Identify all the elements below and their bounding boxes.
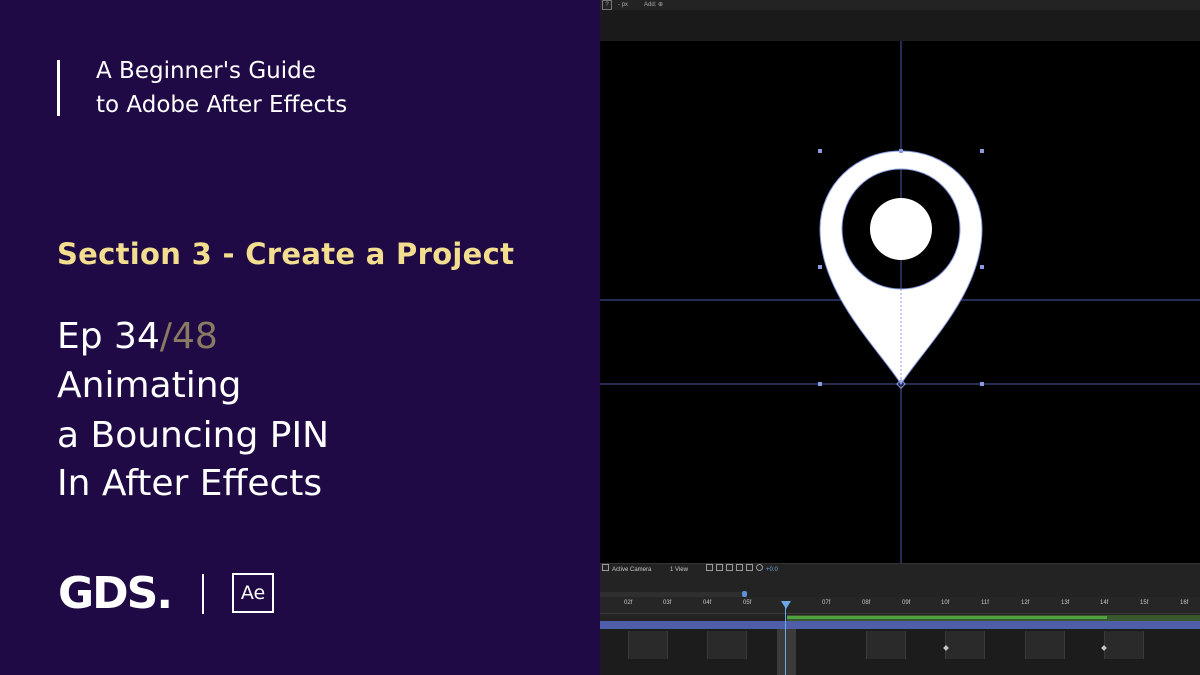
composition-viewer[interactable] xyxy=(600,41,1200,563)
current-frame-column xyxy=(777,629,796,675)
ae-toolbar-strip xyxy=(600,10,1200,42)
tick-label: 08f xyxy=(862,600,871,606)
track-block xyxy=(707,631,747,659)
tick-label: 03f xyxy=(663,600,672,606)
series-accent-bar xyxy=(57,60,60,116)
title-card-panel: A Beginner's Guide to Adobe After Effect… xyxy=(0,0,600,675)
episode-title-line-2: a Bouncing PIN xyxy=(57,415,330,456)
viewer-toggle-icon[interactable] xyxy=(602,564,609,571)
tick-label: 07f xyxy=(822,600,831,606)
cached-frames-bar xyxy=(787,616,1107,619)
section-heading: Section 3 - Create a Project xyxy=(57,237,515,271)
gds-logo: GDS. xyxy=(58,568,173,619)
transform-handle-tc[interactable] xyxy=(899,149,903,153)
tick-label: 13f xyxy=(1061,600,1070,606)
grid-icon[interactable] xyxy=(706,564,713,571)
ae-logo-icon: Ae xyxy=(232,573,274,613)
timeline-panel[interactable]: 02f 03f 04f 05f 07f 08f 09f 10f 11f 12f … xyxy=(600,577,1200,675)
transform-handle-mr[interactable] xyxy=(980,265,984,269)
time-ruler[interactable]: 02f 03f 04f 05f 07f 08f 09f 10f 11f 12f … xyxy=(600,597,1200,614)
tick-label: 14f xyxy=(1100,600,1109,606)
episode-number: Ep 34/48 xyxy=(57,313,218,361)
viewer-options-bar: Active Camera 1 View +0.0 xyxy=(600,563,1200,577)
help-button[interactable]: ? xyxy=(602,0,612,10)
transform-handle-bl[interactable] xyxy=(818,382,822,386)
episode-title-line-1: Animating xyxy=(57,365,242,406)
tick-label: 11f xyxy=(981,600,989,606)
playhead-icon[interactable] xyxy=(781,601,791,609)
transform-handle-br[interactable] xyxy=(980,382,984,386)
series-title-line-2: to Adobe After Effects xyxy=(96,92,348,118)
keyframe-tracks[interactable] xyxy=(600,629,1200,675)
tick-label: 09f xyxy=(902,600,911,606)
exposure-value[interactable]: +0.0 xyxy=(766,564,778,577)
renderer-icon[interactable] xyxy=(736,564,743,571)
track-block xyxy=(628,631,668,659)
transform-handle-tr[interactable] xyxy=(980,149,984,153)
episode-current: Ep 34 xyxy=(57,316,160,357)
add-button[interactable]: Add: ⊕ xyxy=(644,0,663,10)
camera-select[interactable]: Active Camera xyxy=(612,564,651,577)
composition-canvas xyxy=(600,41,1200,563)
tick-label: 10f xyxy=(941,600,950,606)
map-pin-inner-dot[interactable] xyxy=(870,198,932,260)
tick-label: 02f xyxy=(624,600,633,606)
tick-label: 05f xyxy=(743,600,752,606)
ae-top-toolbar: ? - px Add: ⊕ xyxy=(600,0,1200,10)
tick-label: 16f xyxy=(1180,600,1189,606)
tick-label: 12f xyxy=(1021,600,1030,606)
channels-icon[interactable] xyxy=(726,564,733,571)
px-readout: - px xyxy=(618,2,629,8)
transform-handle-tl[interactable] xyxy=(818,149,822,153)
exposure-icon[interactable] xyxy=(756,564,763,571)
tick-label: 15f xyxy=(1140,600,1149,606)
episode-title-line-3: In After Effects xyxy=(57,463,323,504)
playhead-line[interactable] xyxy=(785,602,786,675)
logo-divider xyxy=(202,574,204,614)
transform-handle-ml[interactable] xyxy=(818,265,822,269)
pixel-aspect-icon[interactable] xyxy=(716,564,723,571)
episode-total: /48 xyxy=(159,316,218,357)
track-block xyxy=(866,631,906,659)
tick-label: 04f xyxy=(703,600,712,606)
track-block xyxy=(1104,631,1144,659)
track-block xyxy=(945,631,985,659)
series-title-line-1: A Beginner's Guide xyxy=(96,58,316,84)
view-layout-select[interactable]: 1 View xyxy=(670,564,688,577)
after-effects-screenshot: ? - px Add: ⊕ Active Camera 1 View +0.0 … xyxy=(600,0,1200,675)
track-block xyxy=(1025,631,1065,659)
snapshot-icon[interactable] xyxy=(746,564,753,571)
layer-duration-bar[interactable] xyxy=(600,621,1200,629)
